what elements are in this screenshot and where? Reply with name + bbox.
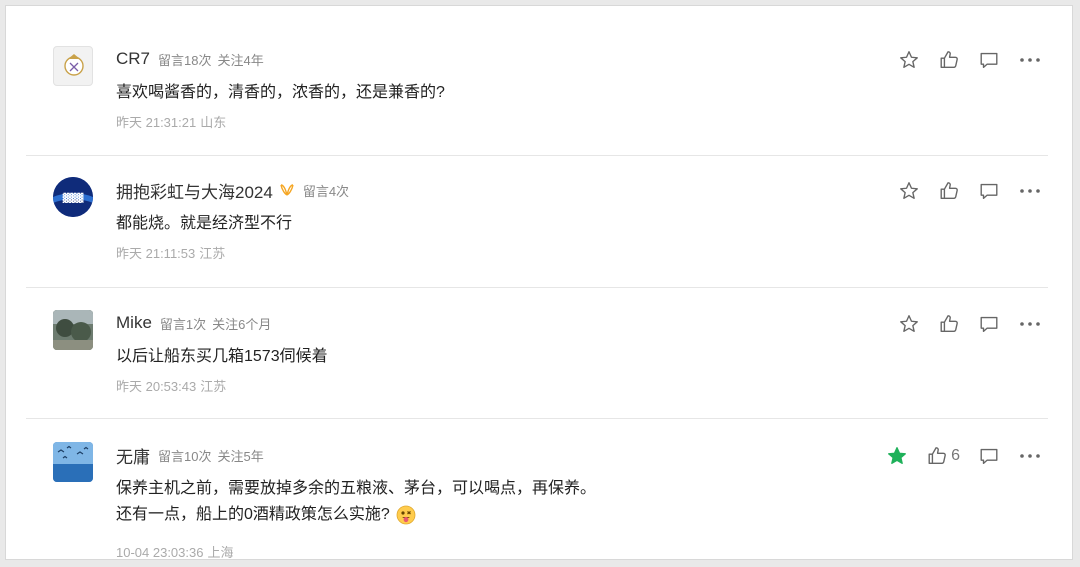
comment-line-wrap: 还有一点，船上的0酒精政策怎么实施? bbox=[116, 502, 596, 528]
comment-text: 都能烧。就是经济型不行 bbox=[116, 211, 292, 237]
message-count: 留言10次 bbox=[158, 448, 212, 464]
thumbs-up-icon bbox=[940, 182, 958, 200]
follow-duration: 关注5年 bbox=[217, 448, 264, 464]
vip-badge-icon bbox=[280, 184, 294, 196]
tongue-emoji-icon bbox=[396, 505, 416, 525]
favorite-button[interactable] bbox=[886, 445, 908, 467]
comment-item: ▓▓▓ 拥抱彩虹与大海2024 留言4次 都能烧。就是经济型不行 昨天 21:1… bbox=[26, 177, 1048, 267]
comment-date: 昨天 20:53:43 bbox=[116, 379, 197, 394]
more-icon bbox=[1020, 322, 1040, 326]
comment-date: 10-04 23:03:36 bbox=[116, 545, 204, 560]
like-button[interactable] bbox=[938, 313, 960, 335]
comment-item: 无庸 留言10次 关注5年 保养主机之前，需要放掉多余的五粮液、茅台，可以喝点，… bbox=[26, 442, 1048, 560]
follow-duration: 关注6个月 bbox=[212, 316, 272, 332]
like-count: 6 bbox=[951, 447, 960, 464]
like-button[interactable] bbox=[938, 180, 960, 202]
divider bbox=[26, 287, 1048, 288]
comment-line: 保养主机之前，需要放掉多余的五粮液、茅台，可以喝点，再保养。 bbox=[116, 480, 597, 497]
comment-item: CR7 留言18次 关注4年 喜欢喝酱香的，清香的，浓香的，还是兼香的? 昨天 … bbox=[26, 46, 1048, 136]
username[interactable]: 拥抱彩虹与大海2024 bbox=[116, 178, 273, 203]
star-icon bbox=[888, 447, 907, 465]
avatar[interactable] bbox=[53, 46, 93, 86]
avatar[interactable] bbox=[53, 442, 93, 482]
thumbs-up-icon bbox=[940, 51, 958, 69]
comment-list: CR7 留言18次 关注4年 喜欢喝酱香的，清香的，浓香的，还是兼香的? 昨天 … bbox=[5, 5, 1073, 560]
favorite-button[interactable] bbox=[898, 180, 920, 202]
favorite-button[interactable] bbox=[898, 313, 920, 335]
more-button[interactable] bbox=[1018, 313, 1042, 335]
comment-location: 江苏 bbox=[199, 246, 226, 261]
comment-meta: 拥抱彩虹与大海2024 留言4次 bbox=[116, 178, 350, 203]
comment-location: 山东 bbox=[200, 115, 227, 130]
comment-time: 10-04 23:03:36 上海 bbox=[116, 542, 233, 561]
comment-icon bbox=[980, 448, 998, 465]
message-count: 留言4次 bbox=[302, 183, 350, 199]
like-button[interactable]: 6 bbox=[926, 445, 960, 467]
comment-location: 江苏 bbox=[200, 379, 227, 394]
comment-icon bbox=[980, 316, 998, 333]
comment-actions bbox=[880, 312, 1042, 336]
comment-item: Mike 留言1次 关注6个月 以后让船东买几箱1573伺候着 昨天 20:53… bbox=[26, 310, 1048, 400]
thumbs-up-icon bbox=[928, 447, 946, 465]
star-icon bbox=[900, 51, 918, 69]
avatar[interactable]: ▓▓▓ bbox=[53, 177, 93, 217]
comment-line: 喜欢喝酱香的，清香的，浓香的，还是兼香的? bbox=[116, 84, 445, 101]
comment-icon bbox=[980, 183, 998, 200]
message-count: 留言18次 bbox=[158, 52, 212, 68]
username[interactable]: CR7 bbox=[116, 49, 150, 69]
message-count: 留言1次 bbox=[159, 316, 207, 332]
comment-icon bbox=[980, 52, 998, 69]
star-icon bbox=[900, 182, 918, 200]
more-button[interactable] bbox=[1018, 180, 1042, 202]
comment-line: 以后让船东买几箱1573伺候着 bbox=[116, 348, 328, 365]
follow-duration: 关注4年 bbox=[217, 52, 264, 68]
comment-time: 昨天 20:53:43 江苏 bbox=[116, 376, 226, 395]
username[interactable]: 无庸 bbox=[116, 443, 150, 468]
username[interactable]: Mike bbox=[116, 313, 152, 333]
reply-button[interactable] bbox=[978, 445, 1000, 467]
comment-actions bbox=[880, 179, 1042, 203]
thumbs-up-icon bbox=[940, 315, 958, 333]
comment-text: 喜欢喝酱香的，清香的，浓香的，还是兼香的? bbox=[116, 80, 445, 106]
comment-time: 昨天 21:11:53 江苏 bbox=[116, 243, 225, 262]
comment-meta: 无庸 留言10次 关注5年 bbox=[116, 443, 264, 468]
reply-button[interactable] bbox=[978, 313, 1000, 335]
more-icon bbox=[1020, 58, 1040, 62]
comment-location: 上海 bbox=[207, 545, 234, 560]
favorite-button[interactable] bbox=[898, 49, 920, 71]
divider bbox=[26, 418, 1048, 419]
comment-date: 昨天 21:11:53 bbox=[116, 246, 196, 261]
star-icon bbox=[900, 315, 918, 333]
comment-date: 昨天 21:31:21 bbox=[116, 115, 197, 130]
comment-text: 以后让船东买几箱1573伺候着 bbox=[116, 344, 328, 370]
like-button[interactable] bbox=[938, 49, 960, 71]
comment-time: 昨天 21:31:21 山东 bbox=[116, 112, 226, 131]
avatar[interactable] bbox=[53, 310, 93, 350]
svg-text:▓▓▓: ▓▓▓ bbox=[63, 192, 84, 204]
comment-actions: 6 bbox=[868, 444, 1042, 468]
more-button[interactable] bbox=[1018, 445, 1042, 467]
comment-actions bbox=[880, 48, 1042, 72]
more-button[interactable] bbox=[1018, 49, 1042, 71]
more-icon bbox=[1020, 189, 1040, 193]
reply-button[interactable] bbox=[978, 49, 1000, 71]
comment-line: 都能烧。就是经济型不行 bbox=[116, 215, 293, 232]
comment-meta: Mike 留言1次 关注6个月 bbox=[116, 312, 271, 334]
comment-line: 还有一点，船上的0酒精政策怎么实施? bbox=[116, 506, 390, 523]
divider bbox=[26, 155, 1048, 156]
comment-meta: CR7 留言18次 关注4年 bbox=[116, 48, 264, 70]
reply-button[interactable] bbox=[978, 180, 1000, 202]
more-icon bbox=[1020, 454, 1040, 458]
comment-text: 保养主机之前，需要放掉多余的五粮液、茅台，可以喝点，再保养。 还有一点，船上的0… bbox=[116, 476, 596, 528]
